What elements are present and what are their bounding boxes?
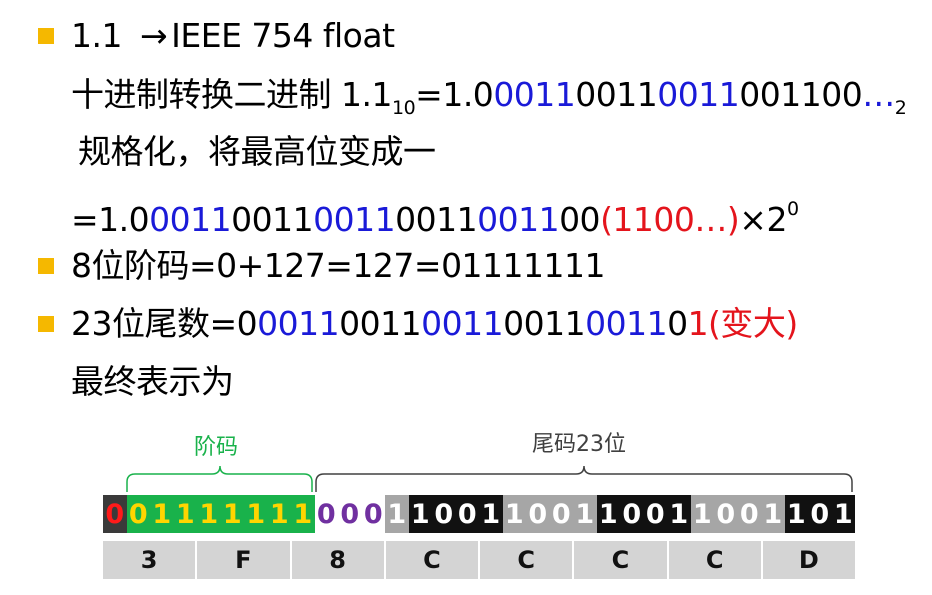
mantissa-bit: 0 [737,495,761,533]
implicit-bit: 0 [361,495,385,533]
hex-digit: C [669,541,763,579]
hex-digit: C [574,541,669,579]
hex-digit: C [480,541,575,579]
mantissa-bit: 0 [549,495,573,533]
exponent-bit: 1 [291,495,315,533]
mantissa-bit: 1 [831,495,855,533]
mantissa-bit: 1 [784,495,808,533]
exponent-bit: 1 [267,495,291,533]
hex-digit: 3 [103,541,198,579]
hex-digit: F [197,541,292,579]
mantissa-bit: 1 [408,495,432,533]
exponent-bit: 0 [126,495,150,533]
exponent-bit: 1 [150,495,174,533]
mantissa-bit: 1 [502,495,526,533]
hex-digit: 8 [292,541,386,579]
mantissa-bit: 1 [596,495,620,533]
hex-row: 3F8CCCCD [103,541,855,579]
mantissa-bit: 0 [714,495,738,533]
mantissa-bit: 1 [573,495,597,533]
mantissa-bit: 1 [479,495,503,533]
mantissa-bit: 1 [690,495,714,533]
bit-row: 00111111100011001100110011001101 [103,495,855,533]
exponent-bit: 1 [244,495,268,533]
mantissa-bit: 1 [667,495,691,533]
sign-bit: 0 [103,495,127,533]
exponent-bit: 1 [197,495,221,533]
mantissa-bit: 0 [432,495,456,533]
implicit-bit: 0 [338,495,362,533]
implicit-bit: 0 [314,495,338,533]
mantissa-bit: 0 [455,495,479,533]
hex-digit: D [798,546,819,574]
hex-digit: C [386,541,480,579]
mantissa-bit: 1 [761,495,785,533]
mantissa-bit: 0 [526,495,550,533]
mantissa-bit: 0 [620,495,644,533]
exponent-bit: 1 [220,495,244,533]
mantissa-bit: 1 [385,495,409,533]
exponent-bit: 1 [173,495,197,533]
mantissa-bit: 0 [643,495,667,533]
mantissa-bit: 0 [808,495,832,533]
